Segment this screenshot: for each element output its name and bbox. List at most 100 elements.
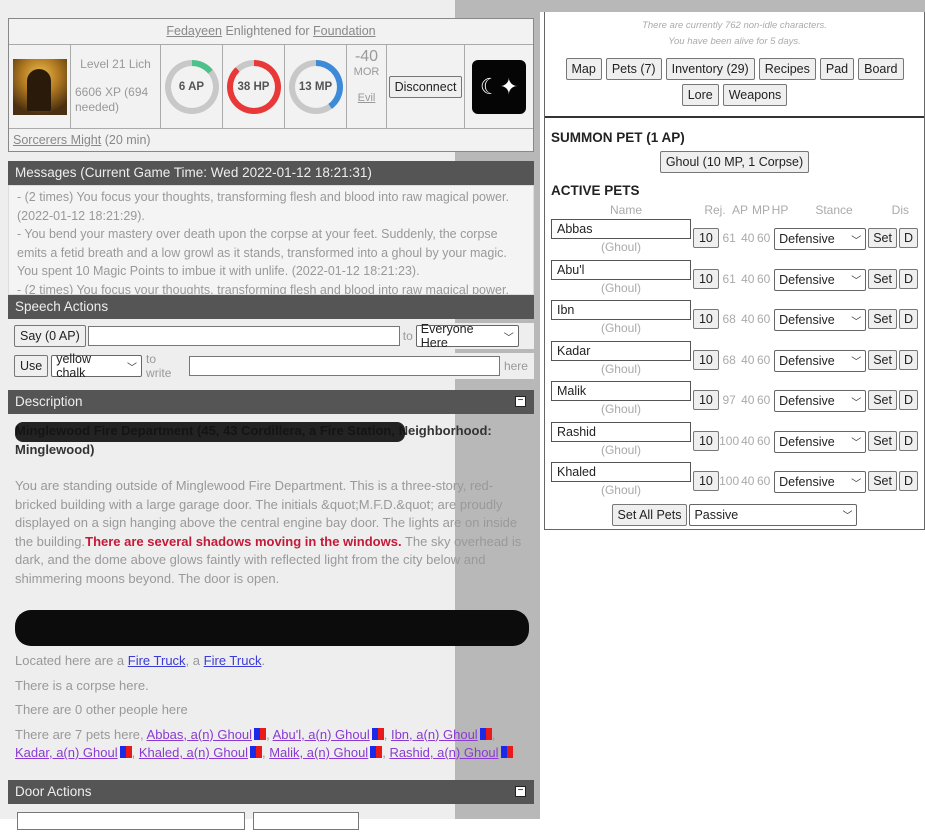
rejuvenate-button[interactable]: 10: [692, 228, 719, 248]
pet-link[interactable]: Malik, a(n) Ghoul: [269, 745, 368, 760]
pet-stance-value: Defensive: [779, 353, 835, 368]
pad-button[interactable]: Pad: [819, 58, 855, 80]
pet-stance-select[interactable]: Defensive ﹀: [774, 268, 867, 291]
pet-set-button[interactable]: Set: [868, 228, 897, 248]
pet-row: Abbas (Ghoul) 10 61 40 60 Defensive ﹀ Set D: [551, 219, 919, 260]
pet-name-input[interactable]: Khaled: [551, 462, 691, 482]
morality-label: MOR: [353, 66, 380, 78]
pet-dismiss-button[interactable]: D: [898, 390, 919, 410]
rejuvenate-button[interactable]: 10: [692, 430, 719, 451]
pet-dismiss-button[interactable]: D: [898, 349, 919, 370]
pet-ap: 100: [719, 474, 740, 488]
pet-set-button[interactable]: Set: [868, 471, 897, 491]
character-panel: Fedayeen Enlightened for Foundation Leve…: [8, 18, 534, 152]
pet-link[interactable]: Abu'l, a(n) Ghoul: [273, 727, 370, 742]
recipes-button[interactable]: Recipes: [758, 58, 816, 80]
pets-button[interactable]: Pets (7): [605, 58, 662, 80]
pet-row: Abu'l (Ghoul) 10 61 40 60 Defensive ﹀ Set D: [551, 259, 919, 301]
set-all-pets-button[interactable]: Set All Pets: [611, 503, 688, 526]
pet-name-input[interactable]: Ibn: [551, 300, 691, 320]
pet-dismiss-button[interactable]: D: [898, 471, 919, 491]
pet-set-button[interactable]: Set: [868, 430, 897, 451]
pet-name-input[interactable]: Rashid: [551, 421, 691, 442]
pet-stance-select[interactable]: Defensive ﹀: [774, 430, 867, 453]
avatar[interactable]: [12, 58, 67, 115]
pet-stance-select[interactable]: Defensive ﹀: [774, 228, 867, 250]
write-input[interactable]: [188, 356, 500, 376]
write-row: Use yellow chalk ﹀ to write here: [8, 352, 534, 380]
collapse-icon[interactable]: −: [515, 786, 526, 797]
pet-hp: 60: [756, 271, 771, 286]
character-name-link[interactable]: Fedayeen: [166, 24, 222, 38]
description-title: Description: [15, 394, 83, 409]
to-label: to: [402, 329, 413, 343]
pet-mp: 40: [741, 433, 755, 448]
pet-link[interactable]: Rashid, a(n) Ghoul: [389, 745, 498, 760]
pet-dismiss-button[interactable]: D: [898, 268, 919, 289]
pets-table: Name Rej. AP MP HP Stance Dis Abbas (Ghou…: [551, 201, 919, 526]
inventory-button[interactable]: Inventory (29): [665, 58, 755, 80]
map-button[interactable]: Map: [565, 58, 602, 80]
rejuvenate-button[interactable]: 10: [692, 309, 719, 329]
pet-status-icon: [370, 746, 383, 758]
active-effect: Sorcerers Might (20 min): [9, 129, 533, 151]
pet-set-button[interactable]: Set: [868, 268, 897, 289]
pet-name-input[interactable]: Malik: [551, 381, 691, 401]
door-action-button[interactable]: [17, 812, 245, 830]
pet-dismiss-button[interactable]: D: [898, 430, 919, 451]
rejuvenate-button[interactable]: 10: [692, 390, 719, 410]
item-select[interactable]: yellow chalk ﹀: [51, 352, 143, 380]
pet-name-input[interactable]: Abbas: [551, 219, 691, 239]
description-body: Minglewood Fire Department (45, 43 Cordi…: [8, 414, 534, 771]
pet-status-icon: [479, 727, 492, 740]
pet-set-button[interactable]: Set: [868, 349, 897, 370]
rejuvenate-button[interactable]: 10: [692, 349, 719, 370]
pet-name-input[interactable]: Kadar: [551, 340, 691, 361]
disconnect-button[interactable]: Disconnect: [388, 75, 463, 98]
pet-stance-value: Defensive: [779, 394, 835, 408]
pet-set-button[interactable]: Set: [868, 309, 897, 329]
pet-link[interactable]: Ibn, a(n) Ghoul: [391, 727, 478, 742]
say-input[interactable]: [87, 326, 400, 346]
pet-dismiss-button[interactable]: D: [898, 228, 919, 248]
say-button[interactable]: Say (0 AP): [14, 325, 86, 347]
item-value: yellow chalk: [56, 352, 91, 380]
pets-prefix: There are 7 pets here,: [15, 726, 144, 742]
collapse-icon[interactable]: −: [515, 396, 526, 407]
pet-stance-select[interactable]: Defensive ﹀: [774, 471, 867, 493]
faction-link[interactable]: Foundation: [313, 24, 376, 38]
effect-link[interactable]: Sorcerers Might: [13, 133, 101, 147]
weapons-button[interactable]: Weapons: [722, 84, 788, 106]
pet-set-button[interactable]: Set: [868, 390, 897, 410]
pet-link[interactable]: Kadar, a(n) Ghoul: [15, 745, 118, 760]
target-select[interactable]: Everyone Here ﹀: [415, 322, 519, 350]
location-description: You are standing outside of Minglewood F…: [15, 477, 527, 588]
set-all-stance-select[interactable]: Passive ﹀: [689, 503, 858, 526]
pet-dismiss-button[interactable]: D: [898, 309, 919, 329]
pet-stance-select[interactable]: Defensive ﹀: [774, 309, 867, 331]
pet-stance-value: Defensive: [779, 475, 835, 489]
summon-ghoul-button[interactable]: Ghoul (10 MP, 1 Corpse): [659, 151, 810, 173]
rejuvenate-button[interactable]: 10: [692, 471, 719, 491]
effect-duration: (20 min): [104, 133, 151, 147]
lore-button[interactable]: Lore: [681, 84, 719, 106]
pets-table-body: Abbas (Ghoul) 10 61 40 60 Defensive ﹀ Set D Abu'l(…: [551, 219, 919, 503]
item-link[interactable]: Fire Truck: [128, 653, 186, 668]
chevron-down-icon: ﹀: [851, 316, 862, 328]
item-link[interactable]: Fire Truck: [204, 653, 262, 668]
door-action-button[interactable]: [253, 812, 359, 830]
pet-link[interactable]: Abbas, a(n) Ghoul: [147, 727, 253, 742]
pet-stance-select[interactable]: Defensive ﹀: [774, 390, 867, 412]
use-button[interactable]: Use: [14, 355, 49, 377]
message-item: - (2 times) You focus your thoughts, tra…: [17, 190, 509, 223]
rejuvenate-button[interactable]: 10: [692, 268, 719, 289]
pet-hp: 60: [756, 433, 771, 448]
board-button[interactable]: Board: [858, 58, 904, 80]
messages-log[interactable]: - (2 times) You focus your thoughts, tra…: [8, 185, 534, 295]
pet-name-cell: Khaled (Ghoul): [551, 462, 691, 499]
pet-name-input[interactable]: Abu'l: [551, 259, 691, 280]
pet-stance-select[interactable]: Defensive ﹀: [774, 349, 867, 372]
chevron-down-icon: ﹀: [851, 438, 862, 449]
door-actions-section: Door Actions −: [8, 780, 534, 838]
pet-link[interactable]: Khaled, a(n) Ghoul: [139, 745, 248, 760]
